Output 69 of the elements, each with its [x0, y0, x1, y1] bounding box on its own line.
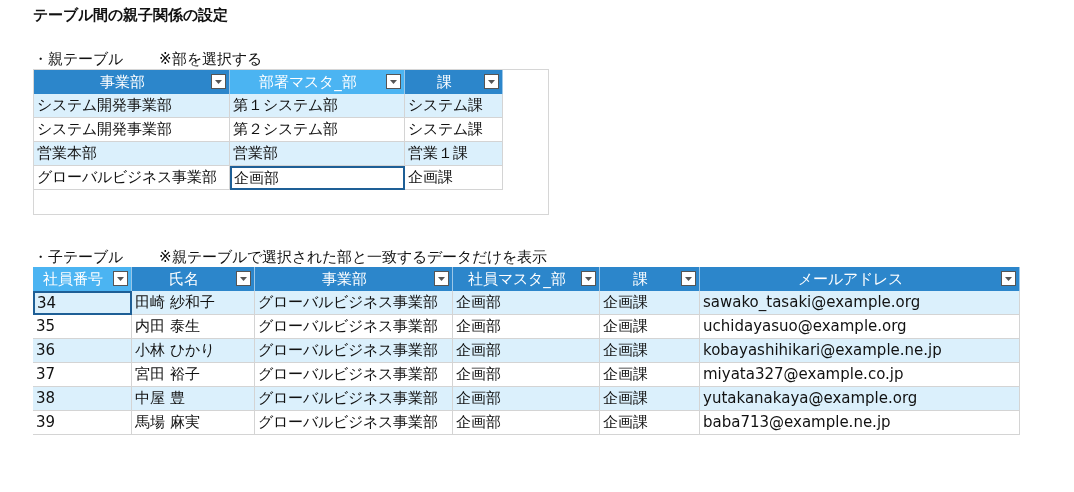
table-cell[interactable]: 37 — [33, 363, 132, 387]
column-header[interactable]: 氏名 — [132, 267, 255, 291]
table-cell[interactable]: 第２システム部 — [230, 118, 405, 142]
table-cell[interactable]: 田崎 紗和子 — [132, 291, 255, 315]
table-cell[interactable]: 企画課 — [600, 387, 700, 411]
table-cell[interactable]: 企画部 — [453, 363, 600, 387]
filter-dropdown-icon[interactable] — [581, 271, 596, 286]
filter-dropdown-icon[interactable] — [113, 271, 128, 286]
table-cell[interactable]: sawako_tasaki@example.org — [700, 291, 1020, 315]
table-cell[interactable]: 企画部 — [453, 387, 600, 411]
filter-dropdown-icon[interactable] — [386, 74, 401, 89]
table-cell[interactable]: グローバルビジネス事業部 — [255, 315, 453, 339]
filter-dropdown-icon[interactable] — [484, 74, 499, 89]
table-cell[interactable]: 34 — [33, 291, 132, 315]
table-cell[interactable]: システム開発事業部 — [34, 94, 230, 118]
column-header[interactable]: メールアドレス — [700, 267, 1020, 291]
table-cell[interactable]: グローバルビジネス事業部 — [34, 166, 230, 190]
column-header[interactable]: 事業部 — [255, 267, 453, 291]
table-cell[interactable]: 第１システム部 — [230, 94, 405, 118]
table-cell[interactable]: 小林 ひかり — [132, 339, 255, 363]
table-cell[interactable]: 馬場 麻実 — [132, 411, 255, 435]
table-cell[interactable]: 企画課 — [600, 411, 700, 435]
filter-dropdown-icon[interactable] — [211, 74, 226, 89]
table-cell[interactable]: 中屋 豊 — [132, 387, 255, 411]
table-cell[interactable]: システム開発事業部 — [34, 118, 230, 142]
column-header[interactable]: 社員マスタ_部 — [453, 267, 600, 291]
filter-dropdown-icon[interactable] — [1001, 271, 1016, 286]
table-cell[interactable]: 宮田 裕子 — [132, 363, 255, 387]
column-header[interactable]: 課 — [600, 267, 700, 291]
filter-dropdown-icon[interactable] — [681, 271, 696, 286]
table-cell[interactable]: 企画部 — [453, 291, 600, 315]
table-cell[interactable]: baba713@example.ne.jp — [700, 411, 1020, 435]
table-label: ・子テーブル — [33, 247, 123, 267]
table-cell[interactable]: yutakanakaya@example.org — [700, 387, 1020, 411]
table-cell[interactable]: システム課 — [405, 94, 503, 118]
table-cell[interactable]: グローバルビジネス事業部 — [255, 363, 453, 387]
table-cell[interactable]: 企画部 — [453, 411, 600, 435]
table-cell[interactable]: グローバルビジネス事業部 — [255, 339, 453, 363]
table-cell[interactable]: 39 — [33, 411, 132, 435]
table-cell[interactable]: 企画部 — [453, 315, 600, 339]
table-cell[interactable]: 企画課 — [600, 291, 700, 315]
table-cell[interactable]: kobayashihikari@example.ne.jp — [700, 339, 1020, 363]
table-cell[interactable]: miyata327@example.co.jp — [700, 363, 1020, 387]
table-cell[interactable]: グローバルビジネス事業部 — [255, 411, 453, 435]
table-cell[interactable]: 38 — [33, 387, 132, 411]
table-label: ・親テーブル — [33, 49, 123, 69]
column-header[interactable]: 課 — [405, 70, 503, 94]
filter-dropdown-icon[interactable] — [434, 271, 449, 286]
table-cell[interactable]: 営業部 — [230, 142, 405, 166]
table-cell[interactable]: 営業本部 — [34, 142, 230, 166]
table-cell[interactable]: 企画課 — [405, 166, 503, 190]
table-cell[interactable]: 企画課 — [600, 315, 700, 339]
table-note: ※親テーブルで選択された部と一致するデータだけを表示 — [159, 247, 547, 267]
table-cell[interactable]: 企画部 — [453, 339, 600, 363]
table-cell[interactable]: 36 — [33, 339, 132, 363]
filter-dropdown-icon[interactable] — [236, 271, 251, 286]
table-cell[interactable]: 企画部 — [230, 166, 405, 190]
table-cell[interactable]: 営業１課 — [405, 142, 503, 166]
table-cell[interactable]: グローバルビジネス事業部 — [255, 387, 453, 411]
table-cell[interactable]: グローバルビジネス事業部 — [255, 291, 453, 315]
table-cell[interactable]: 企画課 — [600, 363, 700, 387]
page-title: テーブル間の親子関係の設定 — [33, 5, 228, 26]
table-cell[interactable]: システム課 — [405, 118, 503, 142]
table-cell[interactable]: 内田 泰生 — [132, 315, 255, 339]
table-cell[interactable]: uchidayasuo@example.org — [700, 315, 1020, 339]
table-note: ※部を選択する — [159, 49, 262, 69]
table-cell[interactable]: 企画課 — [600, 339, 700, 363]
column-header[interactable]: 事業部 — [34, 70, 230, 94]
table-cell[interactable]: 35 — [33, 315, 132, 339]
